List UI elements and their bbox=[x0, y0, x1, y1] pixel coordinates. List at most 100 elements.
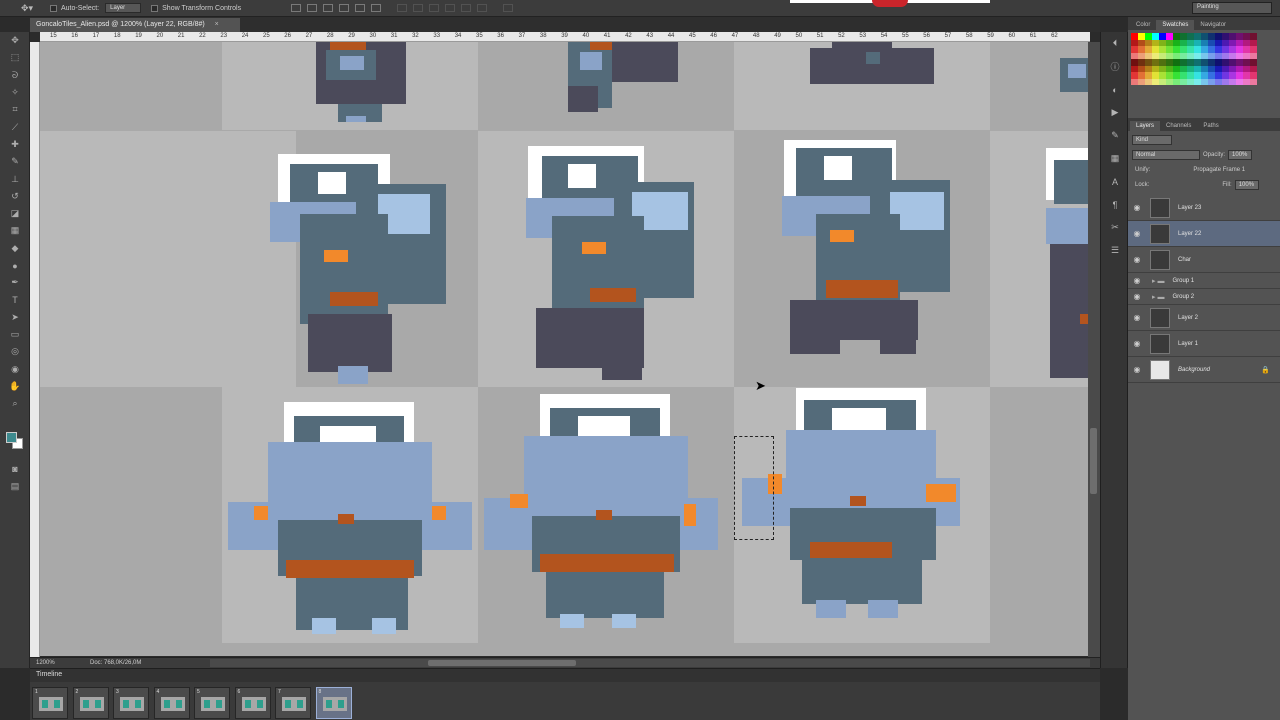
hand-tool-icon[interactable]: ✋ bbox=[0, 378, 30, 395]
align-hcenter-icon[interactable] bbox=[355, 4, 366, 12]
path-selection-tool-icon[interactable]: ➤ bbox=[0, 309, 30, 326]
zoom-level[interactable]: 1200% bbox=[36, 660, 60, 666]
vertical-scroll-thumb[interactable] bbox=[1090, 428, 1097, 494]
distribute-vcenter-icon[interactable] bbox=[413, 4, 424, 12]
auto-align-icon[interactable] bbox=[503, 4, 514, 12]
blur-tool-icon[interactable]: ◆ bbox=[0, 240, 30, 257]
selection-marquee[interactable] bbox=[734, 436, 774, 540]
info-panel-icon[interactable]: ⓘ bbox=[1101, 55, 1129, 78]
auto-select-dropdown[interactable]: Layer bbox=[105, 3, 142, 13]
group-folder-icon[interactable]: ▸ ▬ bbox=[1152, 277, 1164, 285]
timeline-frame[interactable]: 6 bbox=[234, 687, 271, 719]
vertical-ruler[interactable] bbox=[30, 42, 40, 657]
brush-tool-icon[interactable]: ✎ bbox=[0, 153, 30, 170]
swatch[interactable] bbox=[1201, 78, 1208, 85]
paragraph-panel-icon[interactable]: ¶ bbox=[1101, 193, 1129, 216]
blend-mode-dropdown[interactable]: Normal bbox=[1132, 149, 1200, 160]
document-size[interactable]: Doc: 768,0K/26,0M bbox=[90, 660, 170, 666]
swatch[interactable] bbox=[1236, 78, 1243, 85]
healing-brush-tool-icon[interactable]: ✚ bbox=[0, 136, 30, 153]
visibility-eye-icon[interactable]: ◉ bbox=[1128, 339, 1146, 348]
move-tool-preset-icon[interactable]: ✥▾ bbox=[14, 2, 40, 15]
layer-row[interactable]: ◉ Char bbox=[1128, 247, 1280, 273]
properties-panel-icon[interactable]: ☰ bbox=[1101, 239, 1129, 262]
dodge-tool-icon[interactable]: ● bbox=[0, 257, 30, 274]
adjustments-panel-icon[interactable]: ◐ bbox=[1101, 78, 1129, 101]
panel-tab-navigator[interactable]: Navigator bbox=[1194, 20, 1232, 30]
align-bottom-icon[interactable] bbox=[323, 4, 334, 12]
layer-row[interactable]: ◉ ▸ ▬ Group 1 bbox=[1128, 273, 1280, 289]
timeline-frame[interactable]: 3 bbox=[113, 687, 149, 719]
type-tool-icon[interactable]: T bbox=[0, 291, 30, 308]
clone-stamp-tool-icon[interactable]: ⊥ bbox=[0, 170, 30, 187]
tool-presets-icon[interactable]: ✂ bbox=[1101, 216, 1129, 239]
distribute-bottom-icon[interactable] bbox=[429, 4, 440, 12]
document-canvas[interactable]: ➤ bbox=[40, 42, 1088, 656]
visibility-eye-icon[interactable]: ◉ bbox=[1128, 313, 1146, 322]
vertical-scrollbar[interactable] bbox=[1088, 42, 1100, 657]
history-panel-icon[interactable]: ⏴ bbox=[1101, 32, 1129, 55]
swatch[interactable] bbox=[1215, 78, 1222, 85]
layer-row[interactable]: ◉ Background 🔒 bbox=[1128, 357, 1280, 383]
swatch[interactable] bbox=[1152, 78, 1159, 85]
timeline-title[interactable]: Timeline bbox=[30, 669, 1100, 682]
distribute-right-icon[interactable] bbox=[477, 4, 488, 12]
distribute-hcenter-icon[interactable] bbox=[461, 4, 472, 12]
document-tab[interactable]: GoncaloTiles_Alien.psd @ 1200% (Layer 22… bbox=[30, 18, 240, 32]
swatch[interactable] bbox=[1250, 78, 1257, 85]
timeline-frame[interactable]: 1 bbox=[32, 687, 68, 719]
swatch[interactable] bbox=[1159, 78, 1166, 85]
visibility-eye-icon[interactable]: ◉ bbox=[1128, 276, 1146, 285]
swatch[interactable] bbox=[1173, 78, 1180, 85]
horizontal-scroll-thumb[interactable] bbox=[428, 660, 576, 666]
layer-row[interactable]: ◉ Layer 22 bbox=[1128, 221, 1280, 247]
3d-camera-tool-icon[interactable]: ◉ bbox=[0, 361, 30, 378]
visibility-eye-icon[interactable]: ◉ bbox=[1128, 203, 1146, 212]
timeline-frame[interactable]: 5 bbox=[194, 687, 230, 719]
show-transform-checkbox[interactable] bbox=[151, 4, 159, 12]
layer-row[interactable]: ◉ Layer 23 bbox=[1128, 195, 1280, 221]
opacity-input[interactable]: 100% bbox=[1228, 149, 1253, 160]
swatch[interactable] bbox=[1208, 78, 1215, 85]
pen-tool-icon[interactable]: ✒ bbox=[0, 274, 30, 291]
marquee-tool-icon[interactable]: ⬚ bbox=[0, 49, 30, 66]
layer-filter-kind[interactable]: Kind bbox=[1132, 134, 1172, 145]
align-left-icon[interactable] bbox=[339, 4, 350, 12]
color-swatches[interactable] bbox=[6, 432, 24, 450]
distribute-top-icon[interactable] bbox=[397, 4, 408, 12]
timeline-frame[interactable]: 7 bbox=[275, 687, 311, 719]
workspace-switcher[interactable]: Painting bbox=[1192, 2, 1272, 14]
swatch[interactable] bbox=[1187, 78, 1194, 85]
panel-tab-channels[interactable]: Channels bbox=[1160, 121, 1197, 131]
align-vcenter-icon[interactable] bbox=[307, 4, 318, 12]
brush-presets-icon[interactable]: ▦ bbox=[1101, 147, 1129, 170]
timeline-frame[interactable]: 4 bbox=[153, 687, 190, 719]
panel-tab-paths[interactable]: Paths bbox=[1197, 121, 1224, 131]
align-right-icon[interactable] bbox=[371, 4, 382, 12]
timeline-frame[interactable]: 8 bbox=[315, 687, 352, 719]
move-tool-icon[interactable]: ✥ bbox=[0, 32, 30, 49]
panel-tab-color[interactable]: Color bbox=[1130, 20, 1156, 30]
swatch-grid[interactable] bbox=[1131, 33, 1277, 85]
distribute-left-icon[interactable] bbox=[445, 4, 456, 12]
actions-panel-icon[interactable]: ▶ bbox=[1101, 101, 1129, 124]
quick-mask-icon[interactable]: ◙ bbox=[0, 460, 30, 477]
fill-input[interactable]: 100% bbox=[1234, 179, 1259, 190]
group-folder-icon[interactable]: ▸ ▬ bbox=[1152, 293, 1164, 301]
close-tab-icon[interactable]: × bbox=[215, 21, 219, 28]
align-top-icon[interactable] bbox=[291, 4, 302, 12]
timeline-frame[interactable]: 2 bbox=[72, 687, 109, 719]
eyedropper-tool-icon[interactable]: ⟋ bbox=[0, 118, 30, 135]
visibility-eye-icon[interactable]: ◉ bbox=[1128, 292, 1146, 301]
propagate-frame-label[interactable]: Propagate Frame 1 bbox=[1193, 167, 1245, 173]
swatch[interactable] bbox=[1131, 78, 1138, 85]
visibility-eye-icon[interactable]: ◉ bbox=[1128, 365, 1146, 374]
history-brush-tool-icon[interactable]: ↺ bbox=[0, 188, 30, 205]
swatch[interactable] bbox=[1222, 78, 1229, 85]
3d-tool-icon[interactable]: ◎ bbox=[0, 343, 30, 360]
crop-tool-icon[interactable]: ⌗ bbox=[0, 101, 30, 118]
layer-row[interactable]: ◉ ▸ ▬ Group 2 bbox=[1128, 289, 1280, 305]
foreground-color[interactable] bbox=[6, 432, 17, 443]
panel-tab-layers[interactable]: Layers bbox=[1130, 121, 1161, 131]
magic-wand-tool-icon[interactable]: ✧ bbox=[0, 84, 30, 101]
